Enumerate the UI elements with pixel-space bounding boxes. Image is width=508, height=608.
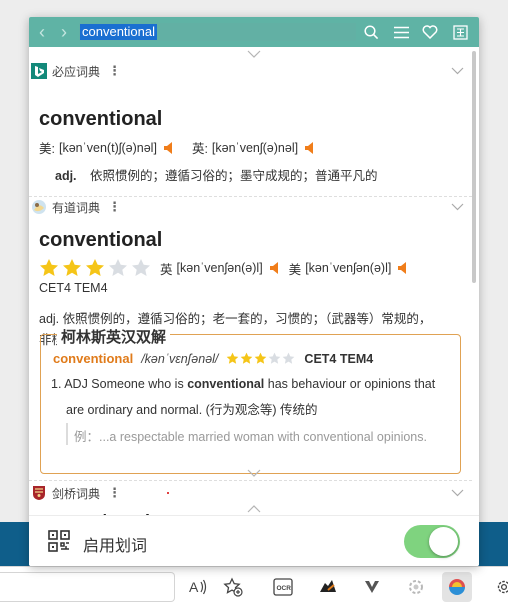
collins-title: 柯林斯英汉双解 — [57, 326, 171, 347]
red-dot — [167, 492, 169, 494]
menu-icon[interactable] — [392, 23, 410, 41]
us-ipa: [kənˈvenʃən(ə)l] — [305, 261, 392, 275]
sense-text: has behaviour or opinions that — [264, 377, 436, 391]
speaker-icon[interactable] — [305, 141, 315, 154]
dict-name: 有道词典 — [52, 200, 101, 215]
star-empty-icon — [283, 352, 295, 364]
popup-footer: 启用划词 — [29, 515, 479, 566]
scroll-up-chevron-icon[interactable] — [29, 504, 479, 514]
selection-translate-toggle[interactable] — [404, 525, 460, 558]
exam-tags: CET4 TEM4 — [39, 281, 108, 295]
youdao-dict-header[interactable]: 有道词典 ⋮ — [29, 197, 472, 217]
expand-chevron-icon[interactable] — [29, 468, 479, 478]
star-empty-icon — [269, 352, 281, 364]
uk-ipa: [kənˈvenʃ(ə)nəl] — [211, 140, 299, 155]
headword: conventional — [39, 108, 163, 130]
selection-translate-label: 启用划词 — [83, 538, 148, 555]
results-scroll-area[interactable]: 必应词典 ⋮ conventional 美: [kənˈven(t)ʃ(ə)nə… — [29, 47, 479, 515]
fold-chevron-icon[interactable] — [451, 485, 464, 500]
dict-name: 必应词典 — [52, 64, 101, 79]
definition-text: 依照惯例的；遵循习俗的；墨守成规的；普通平凡的 — [90, 169, 378, 183]
back-arrow-icon[interactable]: ‹ — [35, 22, 49, 42]
uk-ipa: [kənˈvenʃən(ə)l] — [176, 261, 263, 275]
us-ipa: [kənˈven(t)ʃ(ə)nəl] — [58, 140, 157, 155]
definition-line-1: adj. 依照惯例的，遵循习俗的；老一套的，习惯的；（武器等）常规的， — [39, 312, 432, 326]
dictionary-extension-icon[interactable] — [442, 572, 472, 602]
more-options-icon[interactable]: ⋮ — [108, 64, 121, 77]
sense-text: 1. ADJ Someone who is — [51, 377, 188, 391]
part-of-speech: adj. — [55, 169, 77, 183]
star-filled-icon — [227, 352, 239, 364]
search-query-text[interactable]: conventional — [80, 24, 157, 40]
speaker-icon[interactable] — [269, 262, 280, 274]
toggle-knob[interactable] — [429, 527, 458, 556]
collins-word: conventional — [53, 351, 134, 366]
cambridge-logo-icon — [31, 485, 47, 501]
svg-text:OCR: OCR — [277, 585, 292, 592]
forward-arrow-icon[interactable]: › — [57, 22, 71, 42]
collins-tags: CET4 TEM4 — [304, 351, 374, 366]
svg-text:A: A — [189, 579, 199, 595]
search-bar: ‹ › conventional — [29, 17, 479, 47]
pronunciation-line: 英 [kənˈvenʃən(ə)l] 美 [kənˈvenʃən(ə)l] — [39, 258, 412, 278]
bing-logo-icon — [31, 63, 47, 79]
collapse-all-chevron-icon[interactable] — [29, 48, 479, 60]
star-filled-icon — [255, 352, 267, 364]
fold-chevron-icon[interactable] — [451, 63, 464, 78]
uk-label: 英: — [191, 142, 208, 156]
bing-dict-header[interactable]: 必应词典 ⋮ — [29, 61, 472, 81]
collins-star-rating — [226, 352, 295, 365]
collins-headline: conventional /kənˈvɛnʃənəl/ CET4 TEM4 — [53, 351, 373, 366]
star-filled-icon — [241, 352, 253, 364]
cambridge-dict-header[interactable]: 剑桥词典 ⋮ — [29, 483, 472, 503]
qr-code-icon[interactable] — [48, 530, 70, 552]
collins-sense: 1. ADJ Someone who is conventional has b… — [51, 377, 435, 391]
example-quote-bar — [66, 423, 68, 445]
star-filled-icon — [86, 259, 104, 276]
star-empty-icon — [132, 259, 150, 276]
extension-v-icon[interactable] — [357, 572, 387, 602]
star-empty-icon — [109, 259, 127, 276]
sense-keyword: conventional — [187, 377, 265, 391]
heart-icon[interactable] — [421, 23, 439, 41]
settings-icon[interactable] — [489, 572, 508, 602]
collins-ipa: /kənˈvɛnʃənəl/ — [141, 351, 219, 366]
speaker-icon[interactable] — [398, 262, 408, 274]
definition: adj. 依照惯例的；遵循习俗的；墨守成规的；普通平凡的 — [55, 165, 378, 184]
star-rating — [39, 258, 151, 278]
pronunciation-line: 美: [kənˈven(t)ʃ(ə)nəl] 英: [kənˈvenʃ(ə)nə… — [39, 138, 319, 157]
collins-example: 例：...a respectable married woman with co… — [74, 426, 427, 445]
section-divider — [29, 480, 472, 481]
more-options-icon[interactable]: ⋮ — [108, 200, 121, 213]
collins-sense-line-2: are ordinary and normal. (行为观念等) 传统的 — [66, 403, 318, 417]
ocr-icon[interactable]: OCR — [268, 572, 298, 602]
star-filled-icon — [40, 259, 58, 276]
uk-label: 英 — [160, 262, 173, 277]
add-favorite-icon[interactable] — [218, 572, 248, 602]
us-label: 美: — [39, 142, 55, 156]
search-icon[interactable] — [362, 23, 380, 41]
us-label: 美 — [288, 262, 302, 277]
read-aloud-icon[interactable]: A — [183, 572, 213, 602]
example-text: ...a respectable married woman with conv… — [99, 430, 427, 444]
example-label: 例： — [74, 430, 100, 444]
star-filled-icon — [63, 259, 81, 276]
dictionary-icon[interactable] — [451, 23, 469, 41]
address-bar[interactable] — [0, 572, 175, 602]
scrollbar[interactable] — [472, 51, 476, 283]
more-options-icon[interactable]: ⋮ — [108, 486, 121, 499]
fold-chevron-icon[interactable] — [451, 199, 464, 214]
speaker-icon[interactable] — [163, 141, 174, 154]
dictionary-popup: ‹ › conventional 必应词典 ⋮ conventional 美: … — [29, 17, 479, 566]
youdao-logo-icon — [31, 199, 47, 215]
extension-gear-icon[interactable] — [401, 572, 431, 602]
headword: conventional — [39, 229, 163, 251]
extension-cat-icon[interactable] — [313, 572, 343, 602]
dict-name: 剑桥词典 — [52, 486, 101, 501]
